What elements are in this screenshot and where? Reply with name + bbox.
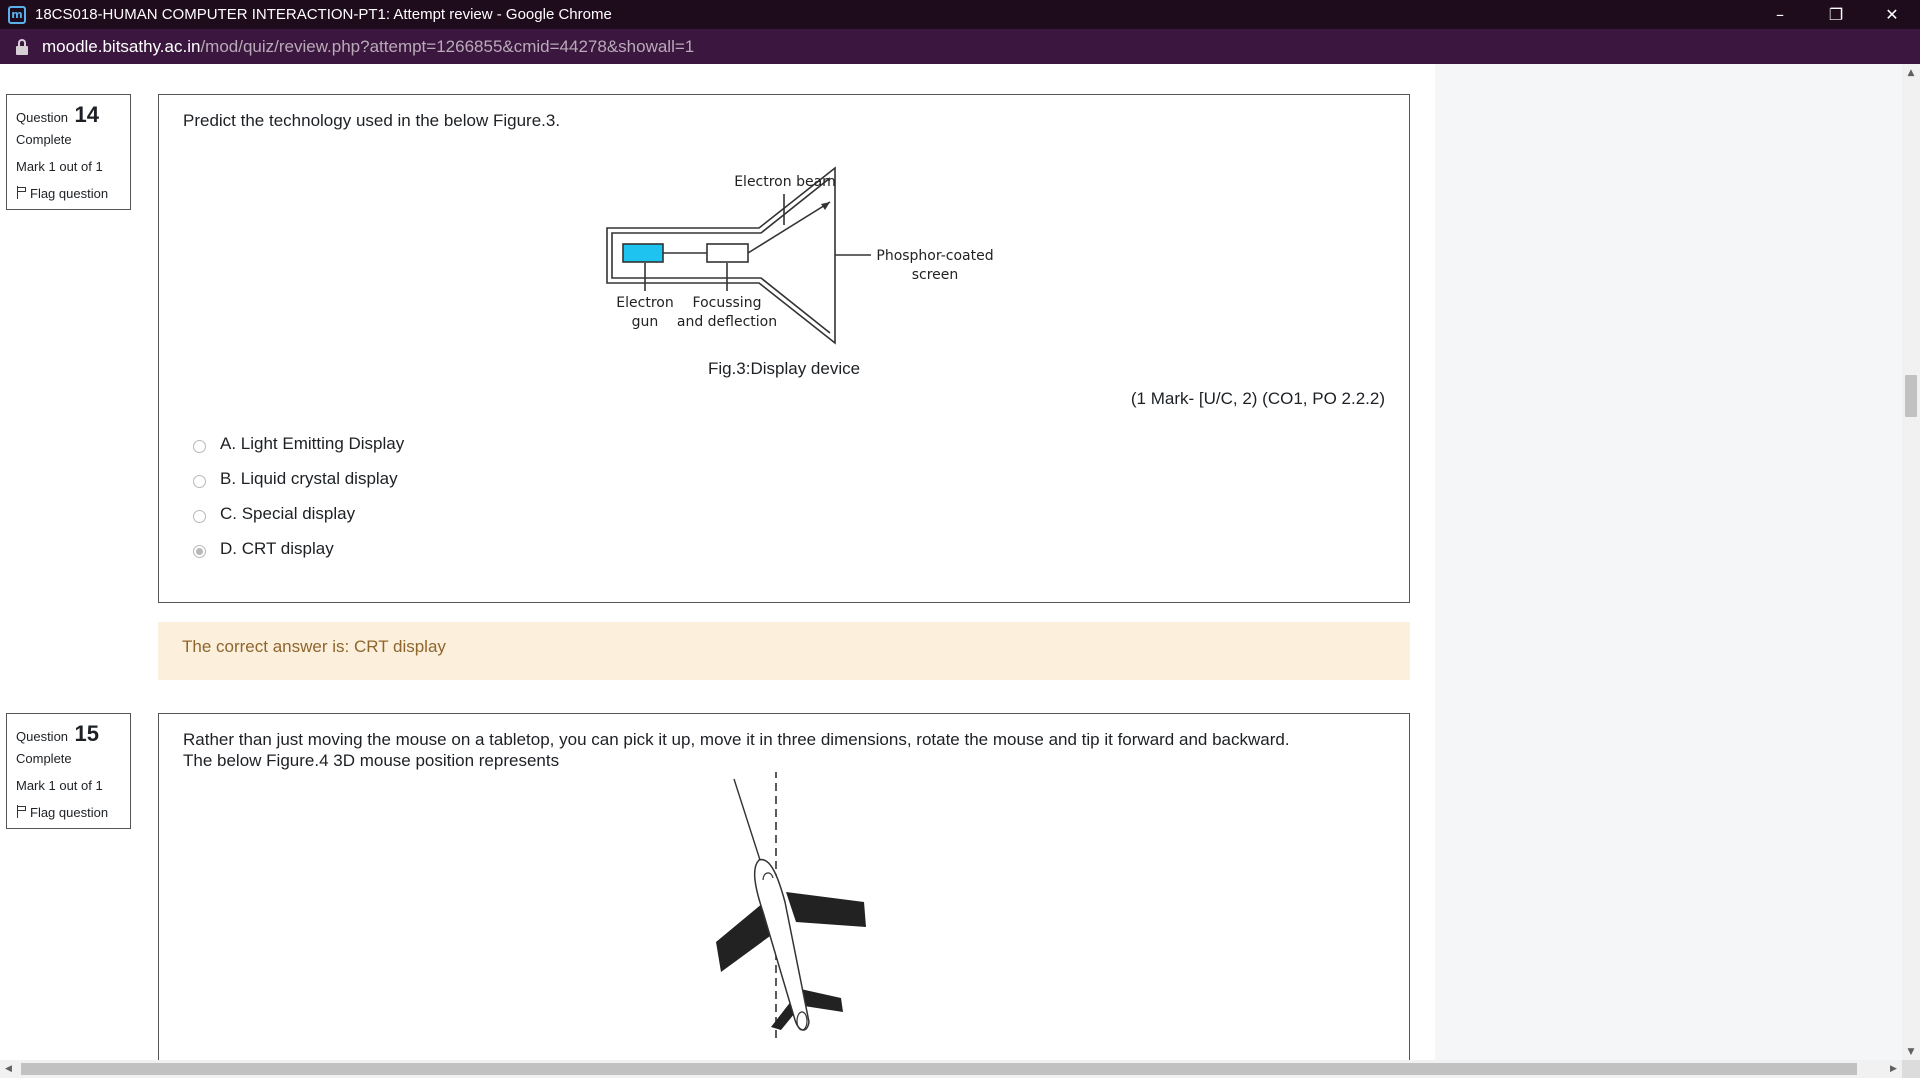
question-info-14: Question 14 Complete Mark 1 out of 1 Fla…	[6, 94, 131, 210]
answer-option-a[interactable]: A. Light Emitting Display	[193, 426, 1409, 461]
electron-gun-block	[622, 243, 664, 263]
answer-label-b: B. Liquid crystal display	[220, 468, 398, 488]
label-gun-1: Electron	[616, 295, 673, 311]
flag-question-link[interactable]: Flag question	[16, 805, 121, 820]
flag-icon	[16, 805, 28, 818]
address-bar[interactable]: moodle.bitsathy.ac.in/mod/quiz/review.ph…	[0, 29, 1920, 64]
label-focus-1: Focussing	[693, 295, 762, 311]
question-number-line: Question 15	[16, 721, 121, 747]
crt-diagram: Electron beam Phosphor-coated screen Ele…	[606, 166, 994, 345]
close-button[interactable]: ✕	[1864, 0, 1920, 29]
answer-label-c: C. Special display	[220, 503, 356, 523]
label-focus-2: and deflection	[677, 314, 777, 330]
answer-option-d[interactable]: D. CRT display	[193, 531, 1409, 566]
answer-option-b[interactable]: B. Liquid crystal display	[193, 461, 1409, 496]
question-grade: Mark 1 out of 1	[16, 159, 103, 174]
question-text-line-2: The below Figure.4 3D mouse position rep…	[183, 751, 560, 770]
flag-icon	[16, 186, 28, 199]
question-state: Complete	[16, 132, 72, 147]
question-label: Question	[16, 729, 69, 744]
marks-info: (1 Mark- [U/C, 2) (CO1, PO 2.2.2)	[1130, 389, 1385, 408]
radio-b[interactable]	[193, 474, 206, 488]
flag-question-label: Flag question	[30, 805, 109, 820]
label-screen-2: screen	[912, 267, 959, 283]
question-text-line-1: Rather than just moving the mouse on a t…	[183, 730, 1290, 749]
answer-label-d: D. CRT display	[220, 538, 334, 558]
moodle-app-icon: m	[8, 5, 26, 24]
answer-options: A. Light Emitting Display B. Liquid crys…	[159, 426, 1409, 566]
question-state: Complete	[16, 751, 72, 766]
flag-question-link[interactable]: Flag question	[16, 186, 121, 201]
minimize-button[interactable]: –	[1752, 0, 1808, 29]
horizontal-scrollbar[interactable]: ◀ ▶	[0, 1060, 1902, 1078]
question-number: 15	[74, 721, 99, 746]
fuselage	[753, 859, 810, 1031]
vertical-scrollbar[interactable]: ▲ ▼	[1902, 64, 1920, 1060]
page-content: Question 14 Complete Mark 1 out of 1 Fla…	[0, 64, 1920, 1073]
answer-label-a: A. Light Emitting Display	[220, 433, 405, 453]
beam-arrowhead	[821, 202, 830, 210]
label-gun-2: gun	[632, 314, 659, 330]
correct-answer-feedback: The correct answer is: CRT display	[158, 622, 1410, 680]
crt-figure: Electron beam Phosphor-coated screen Ele…	[159, 131, 1409, 363]
question-grade: Mark 1 out of 1	[16, 778, 103, 793]
radio-c[interactable]	[193, 509, 206, 523]
scroll-up-icon[interactable]: ▲	[1902, 64, 1920, 81]
question-text: Rather than just moving the mouse on a t…	[159, 714, 1409, 771]
question-info-15: Question 15 Complete Mark 1 out of 1 Fla…	[6, 713, 131, 829]
scrollbar-corner	[1902, 1060, 1920, 1078]
question-number: 14	[74, 102, 99, 127]
question-label: Question	[16, 110, 69, 125]
scroll-down-icon[interactable]: ▼	[1902, 1043, 1920, 1060]
question-content-14: Predict the technology used in the below…	[158, 94, 1410, 603]
url-domain: moodle.bitsathy.ac.in	[42, 36, 201, 56]
radio-d[interactable]	[193, 544, 206, 558]
right-wing	[786, 892, 866, 927]
tilt-axis-line	[733, 778, 761, 861]
vertical-scroll-thumb[interactable]	[1905, 375, 1917, 417]
horizontal-scroll-thumb[interactable]	[21, 1063, 1857, 1075]
question-content-15: Rather than just moving the mouse on a t…	[158, 713, 1410, 1073]
question-number-line: Question 14	[16, 102, 121, 128]
answer-option-c[interactable]: C. Special display	[193, 496, 1409, 531]
restore-button[interactable]: ❐	[1808, 0, 1864, 29]
label-electron-beam: Electron beam	[734, 174, 836, 190]
question-text: Predict the technology used in the below…	[183, 111, 561, 130]
radio-a[interactable]	[193, 439, 206, 453]
right-gutter	[1435, 64, 1902, 1060]
lock-icon[interactable]	[15, 38, 29, 55]
scroll-left-icon[interactable]: ◀	[0, 1060, 17, 1078]
label-screen-1: Phosphor-coated	[876, 248, 993, 264]
url-path: /mod/quiz/review.php?attempt=1266855&cmi…	[200, 36, 695, 56]
scroll-right-icon[interactable]: ▶	[1885, 1060, 1902, 1078]
window-title: 18CS018-HUMAN COMPUTER INTERACTION-PT1: …	[35, 6, 612, 23]
url-text[interactable]: moodle.bitsathy.ac.in/mod/quiz/review.ph…	[42, 37, 694, 57]
3d-mouse-figure	[716, 772, 866, 1042]
window-title-bar: m 18CS018-HUMAN COMPUTER INTERACTION-PT1…	[0, 0, 1920, 29]
flag-question-label: Flag question	[30, 186, 109, 201]
focusing-block	[706, 243, 749, 263]
window-controls: – ❐ ✕	[1752, 0, 1920, 29]
